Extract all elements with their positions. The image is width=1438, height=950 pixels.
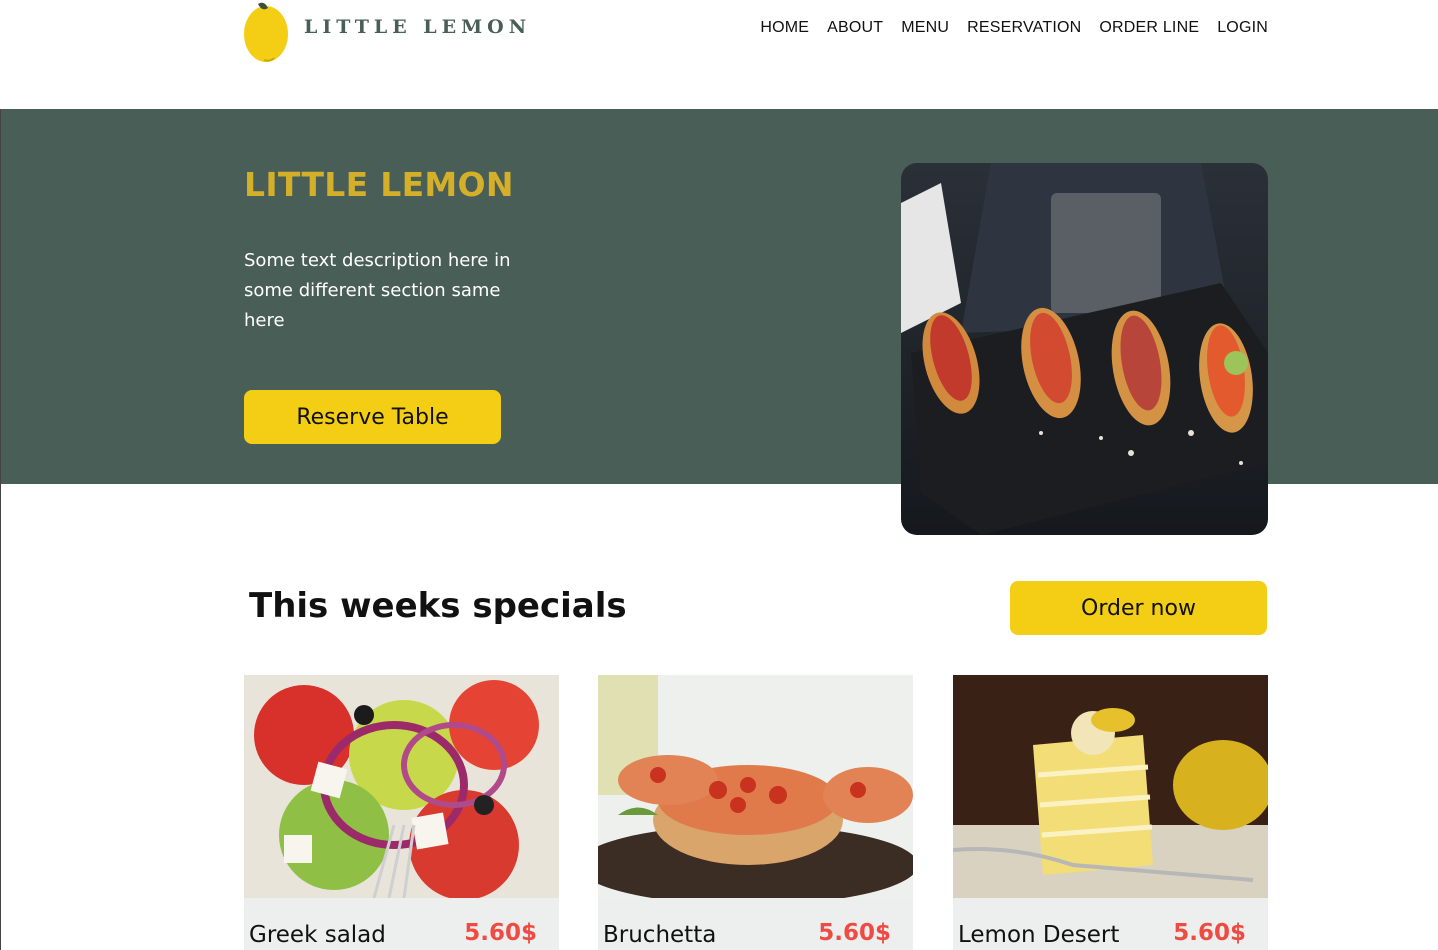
specials-title: This weeks specials: [249, 586, 627, 626]
nav-menu[interactable]: MENU: [901, 19, 949, 37]
card-info: Lemon Desert 5.60$: [953, 898, 1268, 950]
special-card-bruchetta[interactable]: Bruchetta 5.60$: [598, 675, 913, 950]
bruchetta-image: [598, 675, 913, 905]
card-price: 5.60$: [464, 920, 537, 946]
card-title: Greek salad: [249, 922, 386, 948]
lemon-icon: [244, 2, 288, 62]
special-card-greek-salad[interactable]: Greek salad 5.60$: [244, 675, 559, 950]
nav-about[interactable]: ABOUT: [827, 19, 883, 37]
logo-text: LITTLE LEMON: [304, 16, 532, 38]
hero-title: LITTLE LEMON: [244, 165, 514, 204]
main-nav: HOME ABOUT MENU RESERVATION ORDER LINE L…: [760, 19, 1268, 37]
card-price: 5.60$: [818, 920, 891, 946]
special-card-lemon-desert[interactable]: Lemon Desert 5.60$: [953, 675, 1268, 950]
nav-login[interactable]: LOGIN: [1217, 19, 1268, 37]
nav-reservation[interactable]: RESERVATION: [967, 19, 1081, 37]
site-header: LITTLE LEMON HOME ABOUT MENU RESERVATION…: [0, 0, 1438, 109]
reserve-table-button[interactable]: Reserve Table: [244, 390, 501, 444]
lemon-desert-image: [953, 675, 1268, 898]
order-now-button[interactable]: Order now: [1010, 581, 1267, 635]
hero-description: Some text description here in some diffe…: [244, 250, 511, 331]
card-info: Bruchetta 5.60$: [598, 898, 913, 950]
card-title: Lemon Desert: [958, 922, 1120, 948]
nav-home[interactable]: HOME: [760, 19, 809, 37]
logo[interactable]: LITTLE LEMON: [244, 0, 526, 62]
hero-image: [901, 163, 1268, 535]
greek-salad-image: [244, 675, 559, 900]
nav-order-line[interactable]: ORDER LINE: [1099, 19, 1199, 37]
card-title: Bruchetta: [603, 922, 717, 948]
card-price: 5.60$: [1173, 920, 1246, 946]
card-info: Greek salad 5.60$: [244, 898, 559, 950]
